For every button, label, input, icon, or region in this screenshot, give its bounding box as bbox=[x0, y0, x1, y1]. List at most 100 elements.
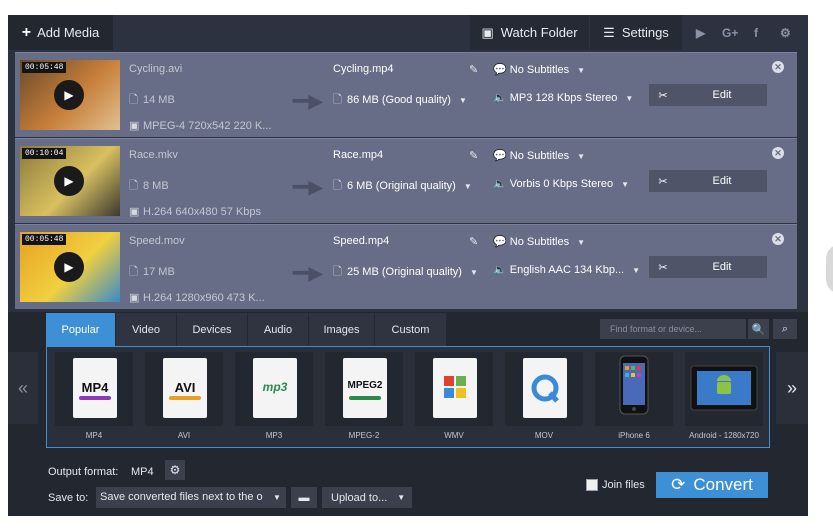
youtube-icon[interactable]: ▶ bbox=[696, 26, 705, 40]
mpeg2-icon: MPEG2 bbox=[343, 358, 387, 418]
edit-button[interactable]: ✂ Edit bbox=[649, 170, 767, 192]
refresh-icon: ⟳ bbox=[671, 475, 686, 494]
chevron-down-icon: ▼ bbox=[397, 493, 406, 502]
scroll-right-icon[interactable]: » bbox=[776, 352, 808, 424]
audio-dropdown[interactable]: 🔈 English AAC 134 Kbp... ▼ bbox=[493, 263, 640, 276]
tab-audio[interactable]: Audio bbox=[248, 313, 308, 346]
format-mp4[interactable]: MP4 bbox=[55, 352, 133, 426]
google-plus-icon[interactable]: G+ bbox=[722, 26, 738, 40]
remove-file-icon[interactable]: ✕ bbox=[772, 61, 784, 73]
subtitles-text: No Subtitles bbox=[509, 64, 570, 76]
video-thumbnail[interactable]: 00:10:04 ▶ bbox=[20, 146, 120, 216]
remove-file-icon[interactable]: ✕ bbox=[772, 233, 784, 245]
output-size-text: 86 MB (Good quality) bbox=[347, 94, 451, 106]
tab-custom[interactable]: Custom bbox=[375, 313, 446, 346]
format-label: WMV bbox=[444, 431, 464, 440]
format-label: MP3 bbox=[265, 431, 283, 440]
video-thumbnail[interactable]: 00:05:48 ▶ bbox=[20, 60, 120, 130]
format-iphone6[interactable] bbox=[595, 352, 673, 426]
video-info-icon: ▣ bbox=[129, 120, 140, 132]
source-filename: Race.mkv bbox=[129, 149, 178, 161]
chevron-down-icon[interactable]: ▼ bbox=[268, 487, 286, 508]
subtitles-text: No Subtitles bbox=[509, 150, 570, 162]
folder-icon[interactable]: ▬ bbox=[291, 487, 317, 508]
chevron-down-icon: ▼ bbox=[577, 238, 585, 247]
chevron-down-icon: ▼ bbox=[577, 152, 585, 161]
play-icon[interactable]: ▶ bbox=[54, 252, 84, 282]
facebook-icon[interactable]: f bbox=[754, 26, 758, 40]
format-mpeg2[interactable]: MPEG2 bbox=[325, 352, 403, 426]
pencil-icon[interactable]: ✎ bbox=[469, 63, 478, 76]
audio-dropdown[interactable]: 🔈 Vorbis 0 Kbps Stereo ▼ bbox=[493, 177, 629, 190]
convert-button[interactable]: ⟳ Convert bbox=[656, 472, 768, 498]
output-filename[interactable]: Speed.mp4 bbox=[333, 235, 389, 247]
audio-text: Vorbis 0 Kbps Stereo bbox=[509, 178, 614, 190]
mpeg2-stripe bbox=[349, 396, 381, 400]
edit-button[interactable]: ✂ Edit bbox=[649, 84, 767, 106]
save-to-label: Save to: bbox=[48, 492, 89, 504]
search-placeholder: Find format or device... bbox=[610, 324, 703, 334]
mp4-icon: MP4 bbox=[73, 358, 117, 418]
source-size-text: 14 MB bbox=[143, 94, 175, 106]
format-label: MP4 bbox=[85, 431, 103, 440]
file-row[interactable]: 00:05:48 ▶ Speed.mov 🗋 17 MB ▣ H.264 1280x… bbox=[15, 224, 797, 309]
android-tablet-icon bbox=[690, 365, 758, 411]
device-search-icon[interactable]: ⌕ bbox=[773, 319, 797, 339]
format-avi[interactable]: AVI bbox=[145, 352, 223, 426]
gear-icon[interactable]: ⚙ bbox=[165, 460, 185, 480]
settings-label: Settings bbox=[621, 25, 669, 40]
add-media-label: Add Media bbox=[37, 25, 100, 40]
format-label: Android - 1280x720 bbox=[689, 431, 759, 440]
format-android[interactable] bbox=[685, 352, 763, 426]
video-thumbnail[interactable]: 00:05:48 ▶ bbox=[20, 232, 120, 302]
scissors-icon: ✂ bbox=[658, 175, 668, 188]
tab-video[interactable]: Video bbox=[116, 313, 176, 346]
file-row[interactable]: 00:10:04 ▶ Race.mkv 🗋 8 MB ▣ H.264 640x480… bbox=[15, 138, 797, 223]
file-row[interactable]: 00:05:48 ▶ Cycling.avi 🗋 14 MB ▣ MPEG-4 72… bbox=[15, 52, 797, 137]
tab-popular[interactable]: Popular bbox=[46, 313, 115, 346]
audio-dropdown[interactable]: 🔈 MP3 128 Kbps Stereo ▼ bbox=[493, 91, 633, 104]
source-info-text: MPEG-4 720x542 220 K... bbox=[143, 120, 272, 132]
mp4-stripe bbox=[79, 396, 111, 400]
output-size-dropdown[interactable]: 🗋 25 MB (Original quality) ▼ bbox=[333, 263, 478, 282]
source-size: 🗋 14 MB bbox=[129, 91, 175, 110]
play-icon[interactable]: ▶ bbox=[54, 80, 84, 110]
file-icon: 🗋 bbox=[129, 180, 138, 192]
avi-icon: AVI bbox=[163, 358, 207, 418]
format-mov[interactable] bbox=[505, 352, 583, 426]
subtitles-dropdown[interactable]: 💬 No Subtitles ▼ bbox=[493, 149, 585, 162]
play-icon[interactable]: ▶ bbox=[54, 166, 84, 196]
search-icon[interactable]: 🔍 bbox=[748, 319, 769, 339]
remove-file-icon[interactable]: ✕ bbox=[772, 147, 784, 159]
tab-devices[interactable]: Devices bbox=[177, 313, 247, 346]
chevron-down-icon: ▼ bbox=[625, 94, 634, 103]
mp3-icon: mp3 bbox=[253, 358, 297, 418]
format-wmv[interactable] bbox=[415, 352, 493, 426]
pencil-icon[interactable]: ✎ bbox=[469, 149, 478, 162]
settings-button[interactable]: ☰ Settings bbox=[590, 15, 682, 50]
audio-text: MP3 128 Kbps Stereo bbox=[509, 92, 618, 104]
subtitles-dropdown[interactable]: 💬 No Subtitles ▼ bbox=[493, 235, 585, 248]
subtitles-dropdown[interactable]: 💬 No Subtitles ▼ bbox=[493, 63, 585, 76]
scroll-left-icon[interactable]: « bbox=[8, 352, 38, 424]
format-search-input[interactable]: Find format or device... bbox=[600, 319, 746, 339]
save-location-field[interactable]: Save converted files next to the o bbox=[96, 487, 268, 508]
vk-icon[interactable]: ⚙ bbox=[780, 26, 791, 40]
upload-to-dropdown[interactable]: Upload to... ▼ bbox=[322, 487, 412, 508]
join-files-checkbox[interactable] bbox=[586, 479, 598, 491]
source-info: ▣ H.264 640x480 57 Kbps bbox=[129, 205, 261, 218]
source-size: 🗋 17 MB bbox=[129, 263, 175, 282]
format-mp3[interactable]: mp3 bbox=[235, 352, 313, 426]
output-filename[interactable]: Cycling.mp4 bbox=[333, 63, 394, 75]
output-size-dropdown[interactable]: 🗋 86 MB (Good quality) ▼ bbox=[333, 91, 467, 110]
convert-label: Convert bbox=[693, 475, 753, 494]
output-filename[interactable]: Race.mp4 bbox=[333, 149, 383, 161]
edit-button[interactable]: ✂ Edit bbox=[649, 256, 767, 278]
add-media-button[interactable]: + Add Media bbox=[8, 15, 113, 50]
output-size-dropdown[interactable]: 🗋 6 MB (Original quality) ▼ bbox=[333, 177, 472, 196]
file-icon: 🗋 bbox=[333, 266, 342, 278]
partial-circle-button bbox=[826, 244, 833, 294]
watch-folder-button[interactable]: ▣ Watch Folder bbox=[470, 15, 589, 50]
tab-images[interactable]: Images bbox=[309, 313, 374, 346]
pencil-icon[interactable]: ✎ bbox=[469, 235, 478, 248]
